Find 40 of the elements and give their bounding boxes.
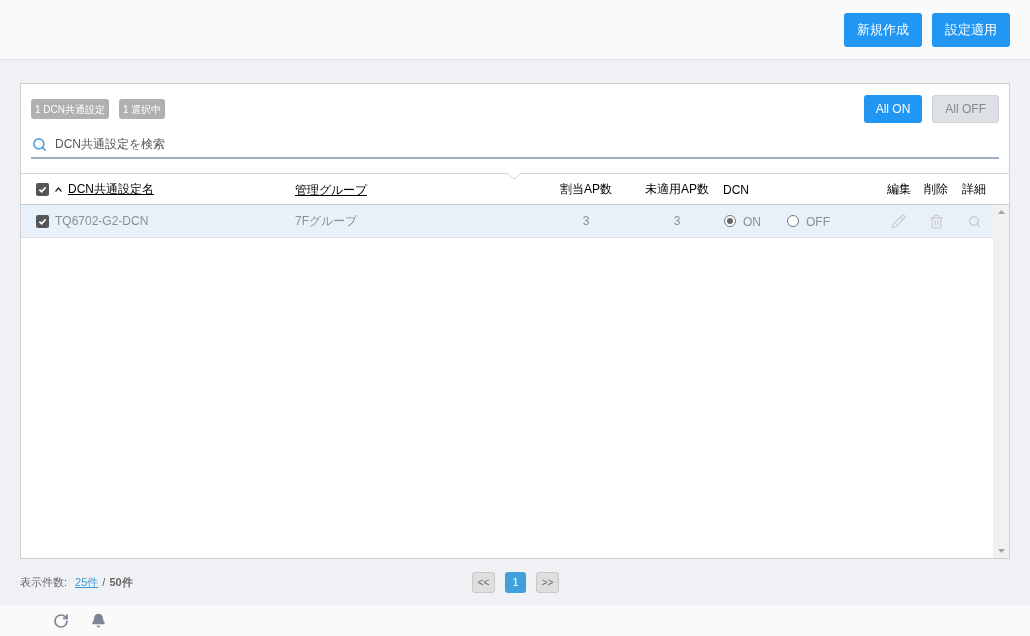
column-header: 割当AP数 <box>560 181 612 198</box>
column-header: DCN <box>723 182 749 199</box>
scrollbar[interactable] <box>993 205 1009 558</box>
toggle-button[interactable]: All ON <box>863 95 923 123</box>
separator: / <box>102 574 106 590</box>
column-header: 詳細 <box>962 181 986 198</box>
action-button[interactable]: 新規作成 <box>844 12 922 47</box>
column-header: 未適用AP数 <box>645 181 709 198</box>
count-badge: 1 選択中 <box>119 99 166 119</box>
bell-icon[interactable] <box>91 613 106 628</box>
checkbox[interactable] <box>36 182 49 196</box>
table-cell-text: 3 <box>582 213 590 230</box>
table-cell-text: 3 <box>673 213 681 230</box>
radio-button[interactable] <box>787 215 799 227</box>
radio-button[interactable] <box>724 215 736 227</box>
count-badge: 1 DCN共通設定 <box>31 99 109 119</box>
refresh-icon[interactable] <box>53 612 69 629</box>
column-header: 編集 <box>886 181 911 198</box>
page-size-label: 表示件数: <box>20 574 68 590</box>
column-header[interactable]: 管理グループ <box>295 181 367 199</box>
action-button[interactable]: 設定適用 <box>932 12 1010 47</box>
page-button[interactable]: 1 <box>505 571 526 593</box>
next-page-button[interactable]: >> <box>536 571 559 593</box>
prev-page-button[interactable]: << <box>472 571 495 593</box>
scroll-up-icon <box>997 210 1005 214</box>
search-icon <box>32 136 47 152</box>
column-header[interactable]: DCN共通設定名 <box>55 180 154 198</box>
total-count: 50件 <box>109 574 133 590</box>
table-cell-text: 7Fグループ <box>295 213 359 230</box>
radio-label: OFF <box>806 214 830 231</box>
column-header: 削除 <box>924 181 948 198</box>
scroll-down-icon <box>997 549 1005 553</box>
search-field[interactable]: DCN共通設定を検索 <box>55 135 999 153</box>
table-row[interactable]: TQ6702-G2-DCN 7Fグループ 3 3 ON OFF <box>21 205 993 238</box>
radio-label: ON <box>743 214 761 231</box>
table-cell-text: TQ6702-G2-DCN <box>55 213 149 230</box>
sort-up-icon <box>55 186 62 192</box>
page-size-link[interactable]: 25件 <box>75 573 99 591</box>
toggle-button[interactable]: All OFF <box>932 95 999 123</box>
checkbox[interactable] <box>36 214 49 228</box>
